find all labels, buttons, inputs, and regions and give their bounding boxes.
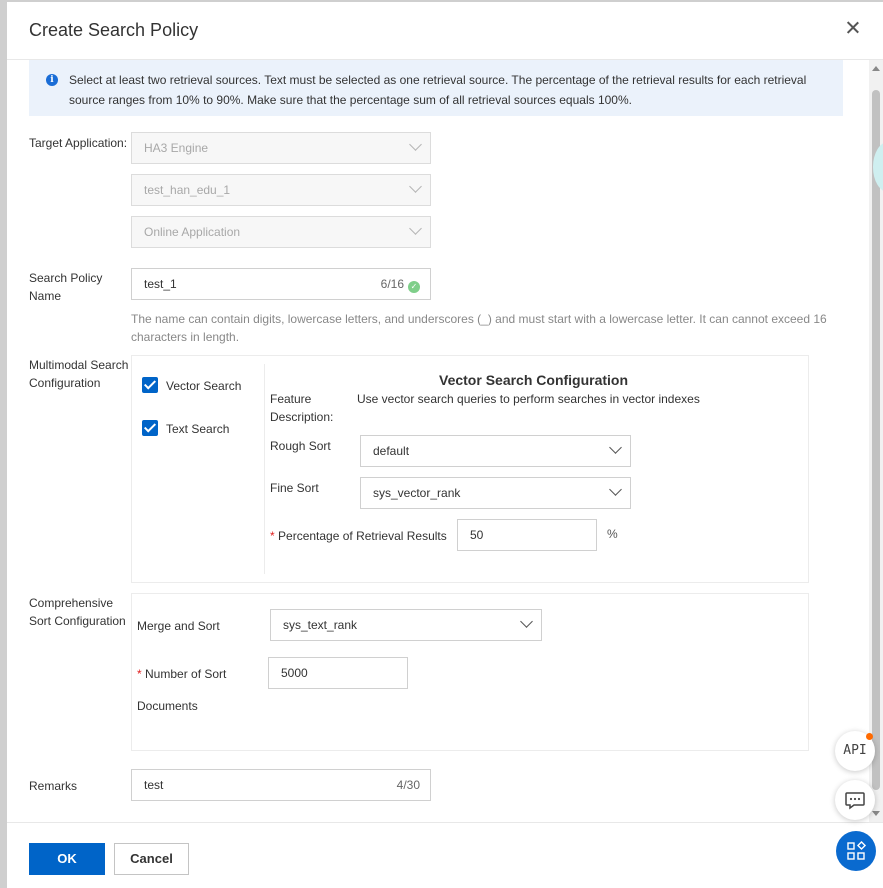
feedback-float-button[interactable] [835, 780, 875, 820]
chevron-down-icon [610, 445, 620, 455]
api-label: API [843, 743, 867, 758]
engine-select: HA3 Engine [131, 132, 431, 164]
feature-description-label: Feature Description: [270, 392, 334, 424]
fine-sort-select[interactable]: sys_vector_rank [360, 477, 631, 509]
text-search-checkbox[interactable] [142, 420, 158, 436]
vector-config-title: Vector Search Configuration [439, 372, 629, 388]
remarks-value: test [144, 778, 164, 792]
info-notice: i Select at least two retrieval sources.… [29, 60, 843, 116]
instance-select: test_han_edu_1 [131, 174, 431, 206]
backdrop-left-edge [0, 0, 7, 888]
close-icon[interactable] [845, 20, 861, 36]
notice-text: Select at least two retrieval sources. T… [69, 73, 807, 107]
vector-search-label[interactable]: Vector Search [166, 379, 241, 393]
fine-sort-label: Fine Sort [270, 481, 319, 495]
apps-grid-icon [847, 840, 867, 860]
percentage-input[interactable]: 50 [457, 519, 597, 551]
fine-sort-value: sys_vector_rank [373, 486, 461, 500]
policy-name-counter: 6/16 ✓ [381, 277, 420, 293]
policy-name-help: The name can contain digits, lowercase l… [131, 312, 827, 344]
dialog-footer: OK Cancel [7, 822, 883, 888]
cancel-button[interactable]: Cancel [114, 843, 189, 875]
remarks-label: Remarks [29, 779, 78, 793]
instance-select-value: test_han_edu_1 [144, 183, 231, 197]
chevron-down-icon [521, 619, 531, 629]
number-of-sort-input[interactable]: 5000 [268, 657, 408, 689]
application-type-value: Online Application [144, 225, 241, 239]
policy-name-input[interactable]: test_1 6/16 ✓ [131, 268, 431, 300]
info-icon: i [46, 74, 58, 86]
percentage-value: 50 [470, 528, 484, 542]
application-type-select: Online Application [131, 216, 431, 248]
notification-dot [866, 733, 873, 740]
api-float-button[interactable]: API [835, 731, 875, 771]
scroll-thumb[interactable] [872, 90, 880, 790]
create-search-policy-dialog: Create Search Policy i Select at least t… [7, 2, 883, 888]
ok-button[interactable]: OK [29, 843, 105, 875]
check-circle-icon: ✓ [408, 281, 420, 293]
merge-sort-value: sys_text_rank [283, 618, 358, 632]
policy-name-value: test_1 [144, 277, 177, 291]
number-of-sort-label: * Number of Sort [137, 667, 227, 681]
rough-sort-select[interactable]: default [360, 435, 631, 467]
number-of-sort-value: 5000 [281, 666, 308, 680]
feature-description-value: Use vector search queries to perform sea… [357, 392, 700, 406]
policy-name-label: Search Policy Name [29, 271, 103, 303]
required-marker: * [137, 667, 142, 681]
chevron-down-icon [410, 226, 420, 236]
apps-float-button[interactable] [836, 831, 876, 871]
target-application-label: Target Application: [29, 136, 128, 150]
text-search-label[interactable]: Text Search [166, 422, 229, 436]
comprehensive-sort-label: Comprehensive Sort Configuration [29, 596, 126, 628]
dialog-title: Create Search Policy [29, 20, 199, 40]
config-divider [264, 364, 265, 574]
dialog-header: Create Search Policy [7, 2, 883, 60]
vector-search-checkbox[interactable] [142, 377, 158, 393]
required-marker: * [270, 529, 275, 543]
documents-label: Documents [137, 699, 198, 713]
rough-sort-label: Rough Sort [270, 439, 331, 453]
chevron-down-icon [610, 487, 620, 497]
remarks-counter: 4/30 [396, 778, 420, 792]
merge-sort-label: Merge and Sort [137, 619, 220, 633]
remarks-input[interactable]: test 4/30 [131, 769, 431, 801]
percent-unit: % [607, 527, 618, 541]
chat-icon [845, 792, 865, 810]
merge-sort-select[interactable]: sys_text_rank [270, 609, 542, 641]
multimodal-label: Multimodal Search Configuration [29, 358, 129, 390]
percentage-label: * Percentage of Retrieval Results [270, 529, 447, 543]
rough-sort-value: default [373, 444, 410, 458]
chevron-down-icon [410, 142, 420, 152]
scroll-up-icon[interactable] [872, 66, 880, 71]
engine-select-value: HA3 Engine [144, 141, 209, 155]
chevron-down-icon [410, 184, 420, 194]
